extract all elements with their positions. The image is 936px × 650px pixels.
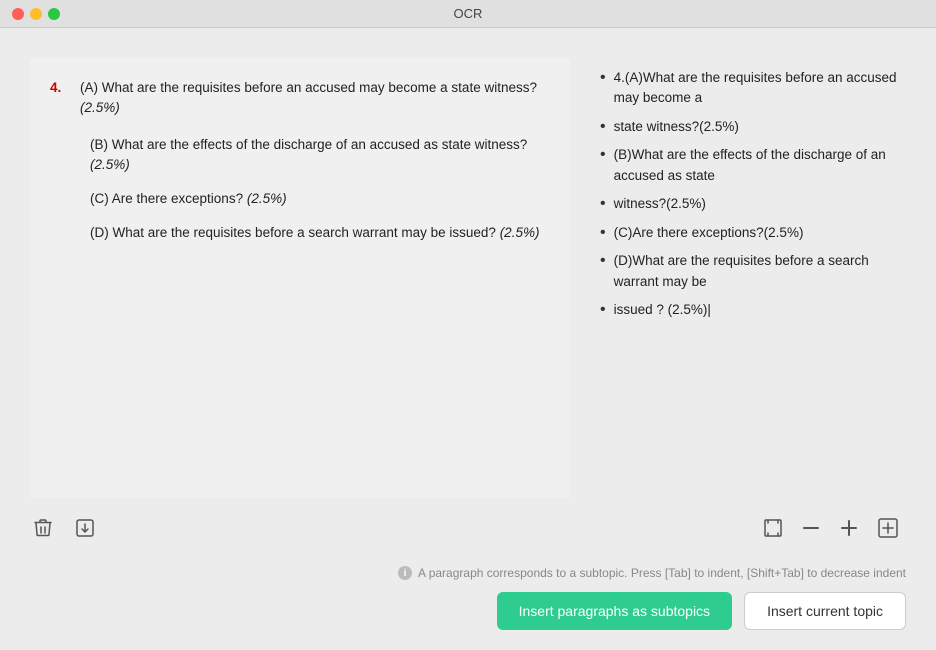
question-number: 4. xyxy=(50,78,80,119)
frame-button[interactable] xyxy=(756,513,790,543)
hint-text: A paragraph corresponds to a subtopic. P… xyxy=(418,566,906,580)
list-item: • (B)What are the effects of the dischar… xyxy=(600,145,906,186)
bullet-dot: • xyxy=(600,145,606,166)
delete-button[interactable] xyxy=(30,514,56,542)
question-item: 4. (A) What are the requisites before an… xyxy=(50,78,550,119)
sub-item-c: (C) Are there exceptions? (2.5%) xyxy=(50,189,550,209)
window-controls xyxy=(12,8,60,20)
document-area[interactable]: 4. (A) What are the requisites before an… xyxy=(30,58,570,498)
list-item: • 4.(A)What are the requisites before an… xyxy=(600,68,906,109)
expand-button[interactable] xyxy=(870,512,906,544)
footer-buttons: Insert paragraphs as subtopics Insert cu… xyxy=(30,592,906,630)
list-item: • issued ? (2.5%)| xyxy=(600,300,906,321)
insert-paragraphs-button[interactable]: Insert paragraphs as subtopics xyxy=(497,592,732,630)
footer-hint: i A paragraph corresponds to a subtopic.… xyxy=(30,566,906,580)
list-item-text: (D)What are the requisites before a sear… xyxy=(614,251,906,292)
export-button[interactable] xyxy=(72,515,98,541)
footer: i A paragraph corresponds to a subtopic.… xyxy=(0,558,936,650)
toolbar-center-buttons xyxy=(756,512,906,544)
window-title: OCR xyxy=(454,6,483,21)
titlebar: OCR xyxy=(0,0,936,28)
maximize-button[interactable] xyxy=(48,8,60,20)
bullet-list: • 4.(A)What are the requisites before an… xyxy=(600,68,906,321)
list-item-text: (B)What are the effects of the discharge… xyxy=(614,145,906,186)
list-item-text: witness?(2.5%) xyxy=(614,194,706,214)
sub-item-d: (D) What are the requisites before a sea… xyxy=(50,223,550,243)
main-content: 4. (A) What are the requisites before an… xyxy=(0,28,936,498)
left-panel: 4. (A) What are the requisites before an… xyxy=(30,58,570,498)
list-item-text: issued ? (2.5%)| xyxy=(614,300,711,320)
list-item: • (D)What are the requisites before a se… xyxy=(600,251,906,292)
list-item: • state witness?(2.5%) xyxy=(600,117,906,138)
sub-item-b: (B) What are the effects of the discharg… xyxy=(50,135,550,176)
list-item: • witness?(2.5%) xyxy=(600,194,906,215)
decrease-button[interactable] xyxy=(794,520,828,536)
bullet-dot: • xyxy=(600,117,606,138)
list-item: • (C)Are there exceptions?(2.5%) xyxy=(600,223,906,244)
insert-topic-button[interactable]: Insert current topic xyxy=(744,592,906,630)
bullet-dot: • xyxy=(600,194,606,215)
list-item-text: (C)Are there exceptions?(2.5%) xyxy=(614,223,804,243)
list-item-text: 4.(A)What are the requisites before an a… xyxy=(614,68,906,109)
bullet-dot: • xyxy=(600,223,606,244)
close-button[interactable] xyxy=(12,8,24,20)
bullet-dot: • xyxy=(600,300,606,321)
right-panel: • 4.(A)What are the requisites before an… xyxy=(600,58,906,498)
minimize-button[interactable] xyxy=(30,8,42,20)
question-a-text: (A) What are the requisites before an ac… xyxy=(80,78,550,119)
list-item-text: state witness?(2.5%) xyxy=(614,117,739,137)
increase-button[interactable] xyxy=(832,513,866,543)
bullet-dot: • xyxy=(600,251,606,272)
hint-icon: i xyxy=(398,566,412,580)
bullet-dot: • xyxy=(600,68,606,89)
bottom-toolbar xyxy=(0,498,936,558)
